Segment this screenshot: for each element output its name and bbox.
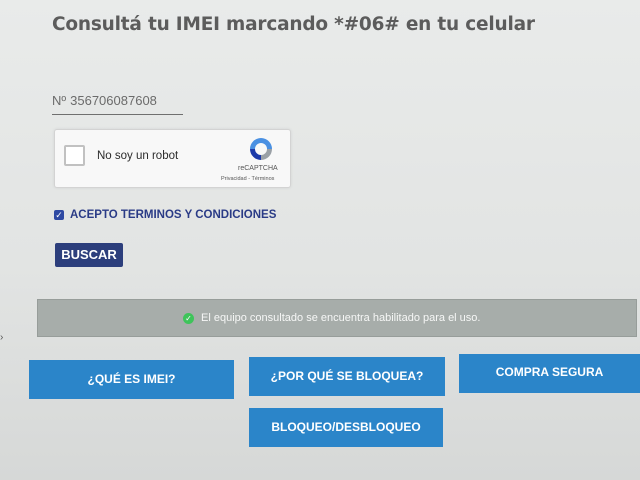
safe-purchase-button[interactable]: COMPRA SEGURA xyxy=(459,354,640,393)
recaptcha-label: No soy un robot xyxy=(97,150,179,162)
recaptcha-links[interactable]: Privacidad - Términos xyxy=(221,176,274,182)
recaptcha-widget: No soy un robot reCAPTCHA Privacidad - T… xyxy=(54,129,291,188)
cursor-icon: › xyxy=(0,332,4,343)
block-unblock-label: BLOQUEO/DESBLOQUEO xyxy=(271,420,421,434)
terms-label: ACEPTO TERMINOS Y CONDICIONES xyxy=(70,209,277,221)
status-message-bar: ✓ El equipo consultado se encuentra habi… xyxy=(37,299,637,337)
why-blocked-label: ¿POR QUÉ SE BLOQUEA? xyxy=(270,369,424,383)
recaptcha-checkbox[interactable] xyxy=(64,145,85,166)
check-circle-icon: ✓ xyxy=(183,313,194,324)
why-blocked-button[interactable]: ¿POR QUÉ SE BLOQUEA? xyxy=(249,357,445,396)
page-title: Consultá tu IMEI marcando *#06# en tu ce… xyxy=(52,14,535,35)
terms-checkbox[interactable]: ✓ xyxy=(54,210,64,220)
imei-value[interactable]: 356706087608 xyxy=(70,93,157,108)
what-is-imei-label: ¿QUÉ ES IMEI? xyxy=(87,372,176,386)
what-is-imei-button[interactable]: ¿QUÉ ES IMEI? xyxy=(29,360,234,399)
imei-prefix-label: Nº xyxy=(52,93,67,108)
recaptcha-logo-icon xyxy=(250,138,272,160)
block-unblock-button[interactable]: BLOQUEO/DESBLOQUEO xyxy=(249,408,443,447)
safe-purchase-label: COMPRA SEGURA xyxy=(495,365,604,379)
imei-input[interactable]: Nº 356706087608 xyxy=(52,92,183,115)
recaptcha-brand: reCAPTCHA xyxy=(238,165,278,172)
search-button[interactable]: BUSCAR xyxy=(55,243,123,267)
status-message: El equipo consultado se encuentra habili… xyxy=(201,312,481,324)
